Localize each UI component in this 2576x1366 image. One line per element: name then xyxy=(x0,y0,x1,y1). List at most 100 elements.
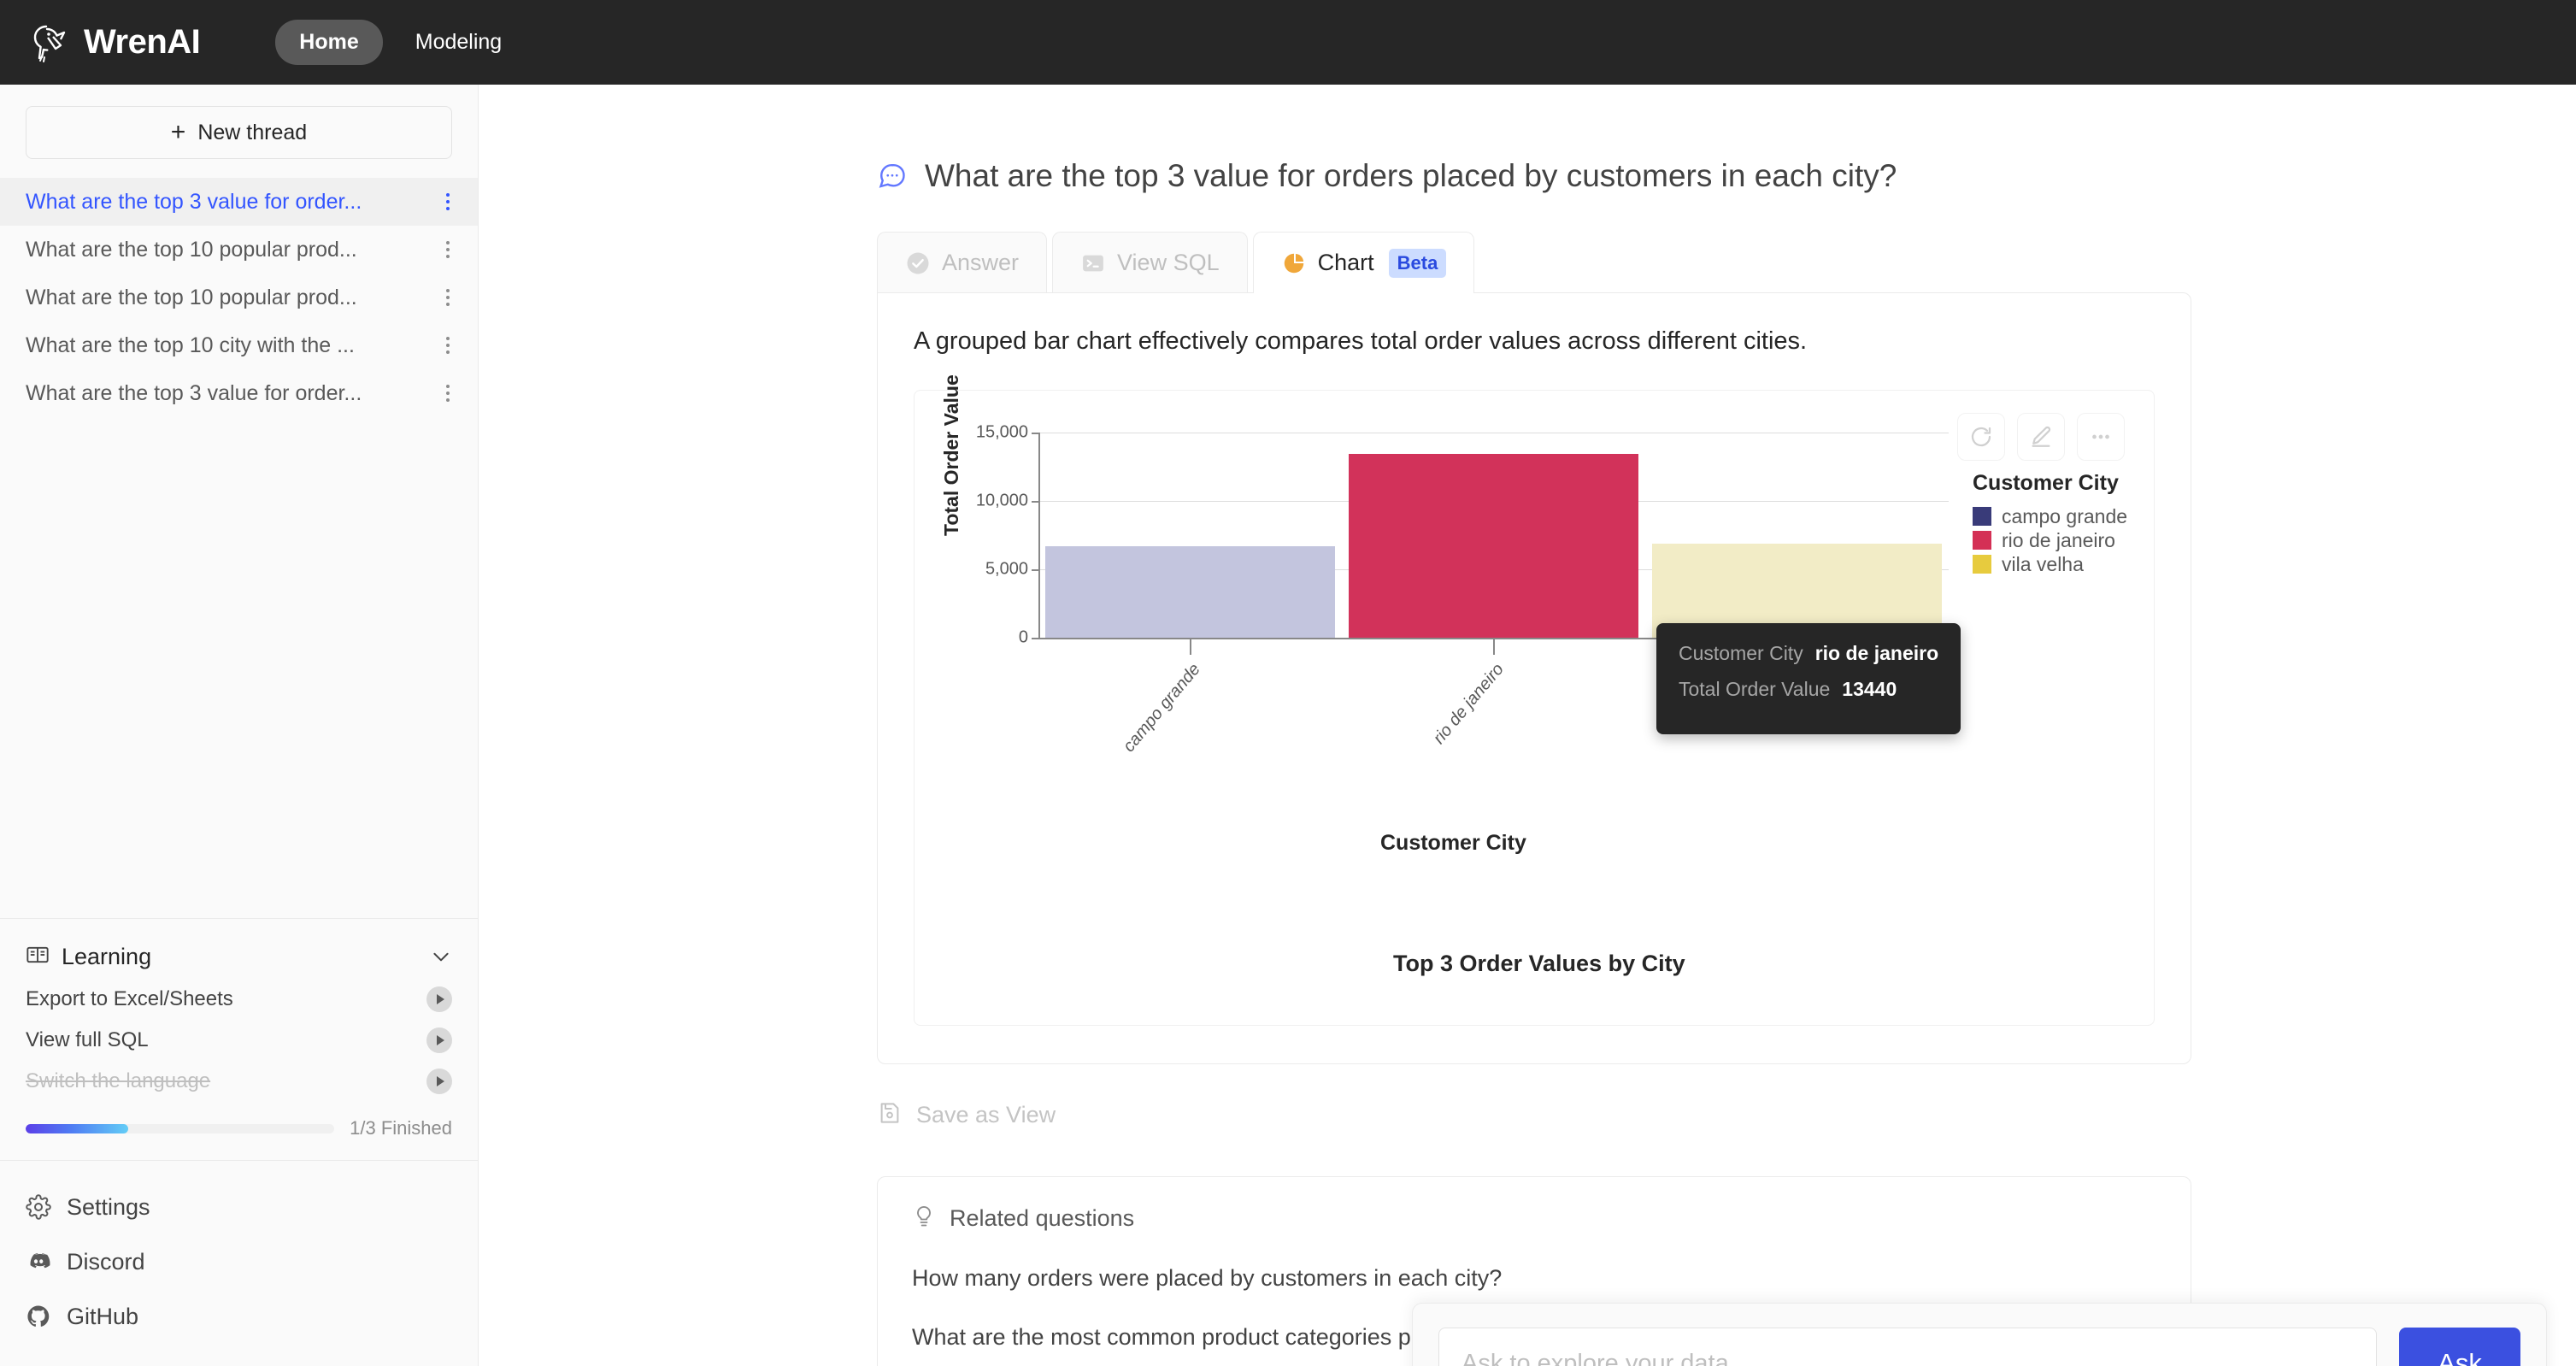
chart-description: A grouped bar chart effectively compares… xyxy=(914,327,1808,355)
learning-item-export[interactable]: Export to Excel/Sheets xyxy=(26,979,452,1020)
ask-button[interactable]: Ask xyxy=(2399,1328,2520,1366)
progress-label: 1/3 Finished xyxy=(350,1117,452,1139)
ask-bar: Ask xyxy=(1412,1303,2547,1366)
gear-icon xyxy=(26,1194,51,1220)
thread-label: What are the top 10 city with the ... xyxy=(26,333,355,357)
lightbulb-icon xyxy=(912,1204,936,1233)
thread-list-item[interactable]: What are the top 10 popular prod... xyxy=(0,226,478,274)
result-tabs: Answer View SQL Chart Beta xyxy=(479,232,2576,293)
search-input[interactable] xyxy=(1438,1328,2377,1366)
learning-item-switch-language[interactable]: Switch the language xyxy=(26,1061,452,1102)
x-tick-label: rio de janeiro xyxy=(1429,660,1508,748)
thread-more-icon[interactable] xyxy=(437,337,459,354)
legend-swatch xyxy=(1973,507,1991,526)
y-tick-label: 0 xyxy=(1018,627,1028,647)
new-thread-button[interactable]: + New thread xyxy=(26,106,452,159)
chart-title: Top 3 Order Values by City xyxy=(1393,951,1685,976)
check-circle-icon xyxy=(905,250,931,276)
thread-more-icon[interactable] xyxy=(437,241,459,258)
tooltip-value: 13440 xyxy=(1842,678,1897,700)
tooltip-row: Total Order Value 13440 xyxy=(1679,678,1938,714)
chat-bubble-icon xyxy=(877,161,908,191)
book-icon xyxy=(26,943,50,971)
progress-track xyxy=(26,1123,335,1133)
legend-label: campo grande xyxy=(2002,504,2128,527)
tab-label: View SQL xyxy=(1117,250,1220,275)
beta-badge: Beta xyxy=(1388,248,1447,278)
learning-header[interactable]: Learning xyxy=(26,934,452,979)
thread-list-item[interactable]: What are the top 3 value for order... xyxy=(0,178,478,226)
new-thread-label: New thread xyxy=(197,120,308,144)
related-questions-header: Related questions xyxy=(912,1204,2156,1233)
y-axis-line xyxy=(1038,433,1040,638)
learning-progress: 1/3 Finished xyxy=(26,1117,452,1139)
plus-icon: + xyxy=(170,118,186,146)
learning-title: Learning xyxy=(62,943,152,969)
thread-list-item[interactable]: What are the top 3 value for order... xyxy=(0,369,478,417)
thread-list-item[interactable]: What are the top 10 city with the ... xyxy=(0,321,478,369)
tooltip-key: Total Order Value xyxy=(1679,678,1831,700)
y-tick-label: 15,000 xyxy=(975,422,1028,442)
legend-item[interactable]: campo grande xyxy=(1973,504,2127,528)
legend-swatch xyxy=(1973,555,1991,574)
main-content: What are the top 3 value for orders plac… xyxy=(479,85,2576,1366)
learning-item-label: View full SQL xyxy=(26,1028,149,1051)
thread-more-icon[interactable] xyxy=(437,385,459,402)
bar-rio-de-janeiro[interactable] xyxy=(1349,454,1638,638)
sidebar-item-label: Settings xyxy=(67,1193,150,1220)
save-disk-icon xyxy=(877,1100,903,1130)
bar-chart: Top 3 Order Values by City Total Order V… xyxy=(915,374,2154,1025)
thread-more-icon[interactable] xyxy=(437,289,459,306)
legend-swatch xyxy=(1973,531,1991,550)
legend-item[interactable]: rio de janeiro xyxy=(1973,528,2127,552)
tooltip-key: Customer City xyxy=(1679,642,1803,664)
learning-item-label: Switch the language xyxy=(26,1069,211,1092)
legend-item[interactable]: vila velha xyxy=(1973,552,2127,576)
sidebar-item-discord[interactable]: Discord xyxy=(26,1234,452,1289)
related-questions-title: Related questions xyxy=(950,1205,1135,1231)
brand-logo[interactable]: WrenAI xyxy=(27,21,201,65)
page-title: What are the top 3 value for orders plac… xyxy=(925,158,1897,193)
top-navigation-bar: WrenAI Home Modeling xyxy=(0,0,2576,85)
thread-more-icon[interactable] xyxy=(437,193,459,210)
tooltip-value: rio de janeiro xyxy=(1814,642,1939,664)
github-icon xyxy=(26,1304,51,1329)
sidebar-item-settings[interactable]: Settings xyxy=(26,1180,452,1234)
sidebar-item-label: Discord xyxy=(67,1248,145,1275)
terminal-icon xyxy=(1080,250,1106,276)
thread-label: What are the top 10 popular prod... xyxy=(26,237,357,262)
tab-view-sql[interactable]: View SQL xyxy=(1052,232,1248,293)
thread-list-item[interactable]: What are the top 10 popular prod... xyxy=(0,274,478,321)
thread-label: What are the top 3 value for order... xyxy=(26,189,362,214)
chevron-down-icon[interactable] xyxy=(430,945,452,968)
y-tick-label: 10,000 xyxy=(975,491,1028,510)
chart-container: Top 3 Order Values by City Total Order V… xyxy=(914,374,2155,1026)
tab-chart[interactable]: Chart Beta xyxy=(1252,232,1475,293)
nav-link-home[interactable]: Home xyxy=(275,20,383,65)
play-icon[interactable] xyxy=(426,1069,452,1094)
legend-label: rio de janeiro xyxy=(2002,528,2115,551)
chart-panel: A grouped bar chart effectively compares… xyxy=(877,292,2191,1064)
sidebar-item-label: GitHub xyxy=(67,1303,139,1329)
nav-link-modeling[interactable]: Modeling xyxy=(391,20,526,65)
play-icon[interactable] xyxy=(426,986,452,1012)
x-tick-label: campo grande xyxy=(1119,660,1204,757)
progress-fill xyxy=(26,1123,129,1133)
x-axis-title: Customer City xyxy=(1380,831,1526,855)
learning-item-view-sql[interactable]: View full SQL xyxy=(26,1020,452,1061)
play-icon[interactable] xyxy=(426,1027,452,1053)
question-header: What are the top 3 value for orders plac… xyxy=(479,85,2576,194)
discord-icon xyxy=(26,1249,51,1275)
tab-label: Answer xyxy=(942,250,1020,275)
related-question-item[interactable]: How many orders were placed by customers… xyxy=(912,1265,2156,1292)
bar-campo-grande[interactable] xyxy=(1045,546,1335,638)
save-as-view-button[interactable]: Save as View xyxy=(877,1100,2191,1130)
y-tick-label: 5,000 xyxy=(985,559,1028,579)
thread-list: What are the top 3 value for order... Wh… xyxy=(0,178,478,417)
tab-label: Chart xyxy=(1317,250,1374,275)
tab-answer[interactable]: Answer xyxy=(877,232,1048,293)
learning-section: Learning Export to Excel/Sheets View ful… xyxy=(0,918,478,1160)
sidebar-item-github[interactable]: GitHub xyxy=(26,1289,452,1344)
pie-chart-icon xyxy=(1281,250,1307,276)
